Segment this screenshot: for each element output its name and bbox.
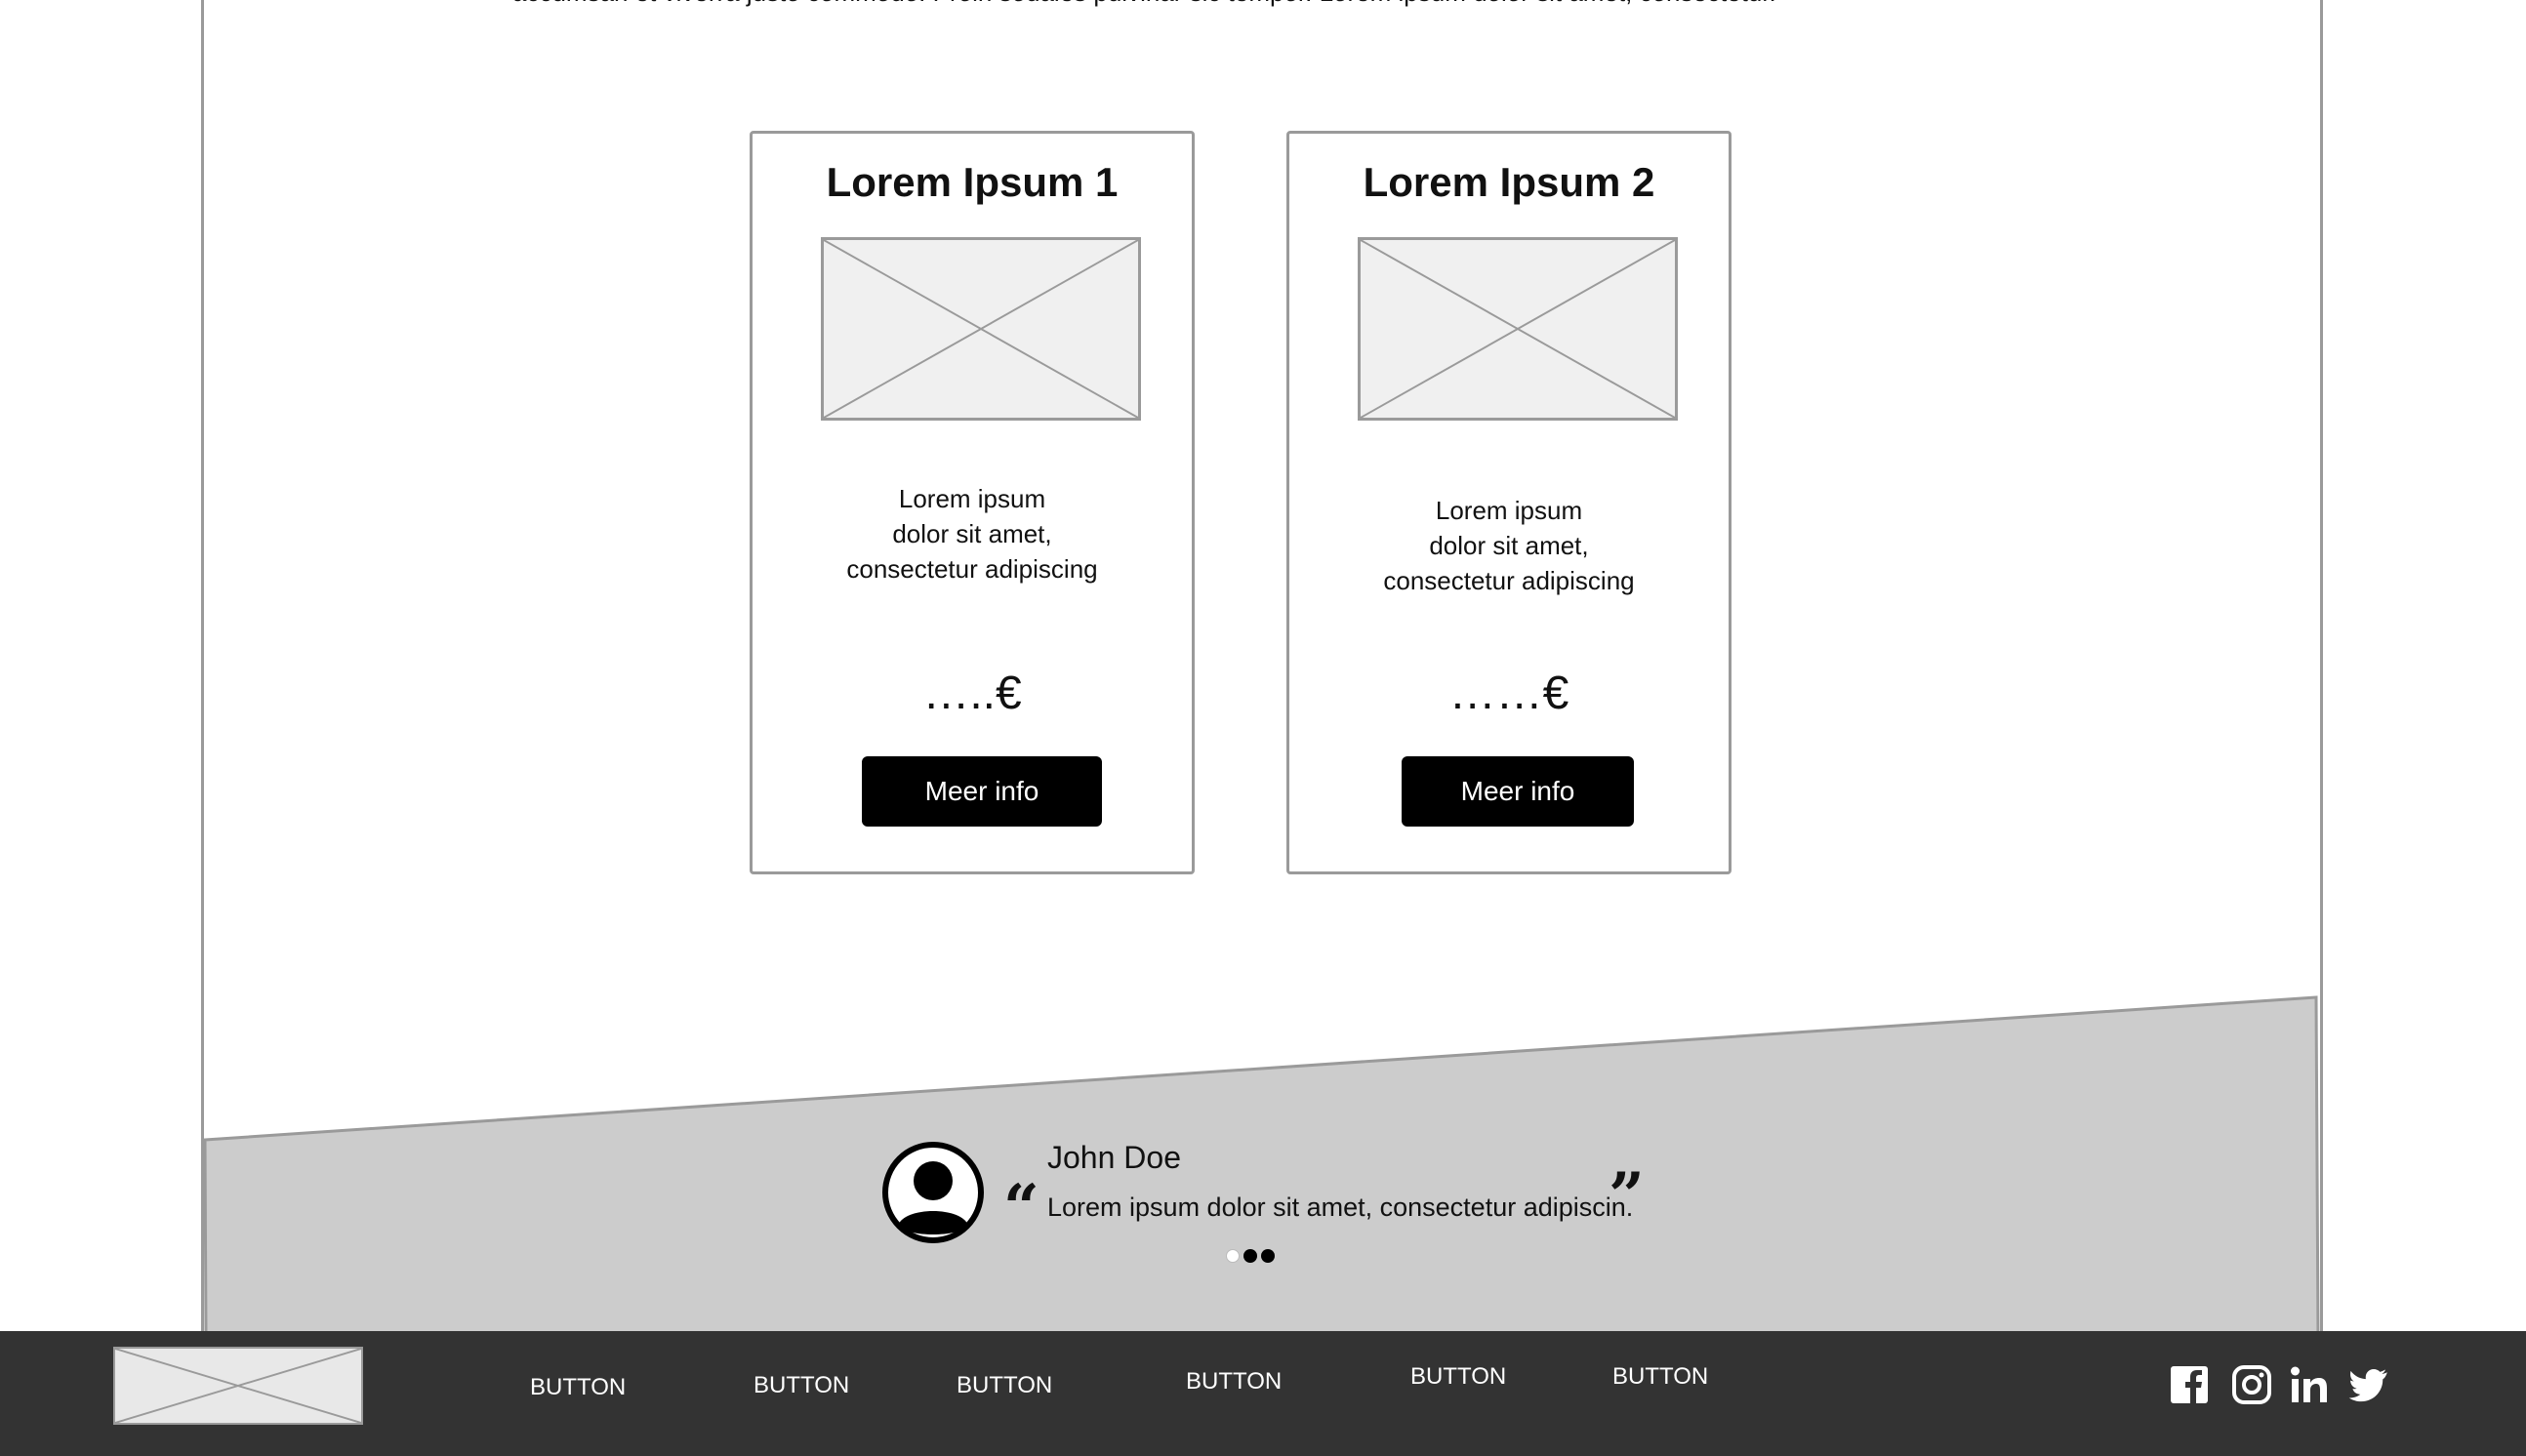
footer-nav-button-3[interactable]: BUTTON: [957, 1372, 1052, 1399]
linkedin-icon[interactable]: [2289, 1364, 2330, 1405]
card-price: …..€: [922, 667, 1022, 719]
footer-nav-button-2[interactable]: BUTTON: [754, 1372, 849, 1399]
testimonial-name: John Doe: [1047, 1140, 1181, 1175]
close-quote-icon: ”: [1609, 1159, 1645, 1233]
card-description-line: Lorem ipsum: [898, 484, 1046, 513]
card-title: Lorem Ipsum 1: [826, 159, 1119, 205]
page-frame: [201, 0, 2323, 1337]
meer-info-button[interactable]: Meer info: [1402, 756, 1634, 827]
product-card-2: Lorem Ipsum 2 Lorem ipsum dolor sit amet…: [1286, 131, 1732, 874]
open-quote-icon: “: [1003, 1171, 1039, 1244]
logo-placeholder-icon[interactable]: [113, 1347, 363, 1425]
footer: BUTTON BUTTON BUTTON BUTTON BUTTON BUTTO…: [0, 1331, 2526, 1456]
carousel-dots: [1226, 1249, 1275, 1263]
twitter-icon[interactable]: [2348, 1364, 2389, 1405]
testimonial-quote: Lorem ipsum dolor sit amet, consectetur …: [1047, 1193, 1634, 1222]
card-description: Lorem ipsum dolor sit amet, consectetur …: [1328, 493, 1690, 598]
footer-nav-button-6[interactable]: BUTTON: [1612, 1363, 1708, 1391]
card-description-line: consectetur adipiscing: [846, 554, 1098, 584]
image-placeholder-icon: [821, 237, 1141, 421]
meer-info-button[interactable]: Meer info: [862, 756, 1102, 827]
card-description: Lorem ipsum dolor sit amet, consectetur …: [792, 481, 1153, 586]
card-title: Lorem Ipsum 2: [1363, 159, 1655, 205]
card-price: ……€: [1448, 667, 1569, 719]
carousel-dot-3[interactable]: [1261, 1249, 1275, 1263]
image-placeholder-icon: [1358, 237, 1678, 421]
product-card-1: Lorem Ipsum 1 Lorem ipsum dolor sit amet…: [750, 131, 1195, 874]
card-description-line: Lorem ipsum: [1435, 496, 1583, 525]
card-description-line: dolor sit amet,: [1429, 531, 1589, 560]
user-avatar-icon: [882, 1142, 984, 1243]
facebook-icon[interactable]: [2169, 1364, 2210, 1405]
footer-nav-button-1[interactable]: BUTTON: [530, 1374, 626, 1401]
footer-nav-button-5[interactable]: BUTTON: [1410, 1363, 1506, 1391]
carousel-dot-2[interactable]: [1243, 1249, 1257, 1263]
carousel-dot-1[interactable]: [1226, 1249, 1240, 1263]
instagram-icon[interactable]: [2231, 1364, 2272, 1405]
card-description-line: dolor sit amet,: [892, 519, 1052, 548]
intro-paragraph: accumsan et viverra justo commodo. Proin…: [512, 0, 1976, 12]
card-description-line: consectetur adipiscing: [1383, 566, 1635, 595]
footer-nav-button-4[interactable]: BUTTON: [1186, 1368, 1282, 1395]
